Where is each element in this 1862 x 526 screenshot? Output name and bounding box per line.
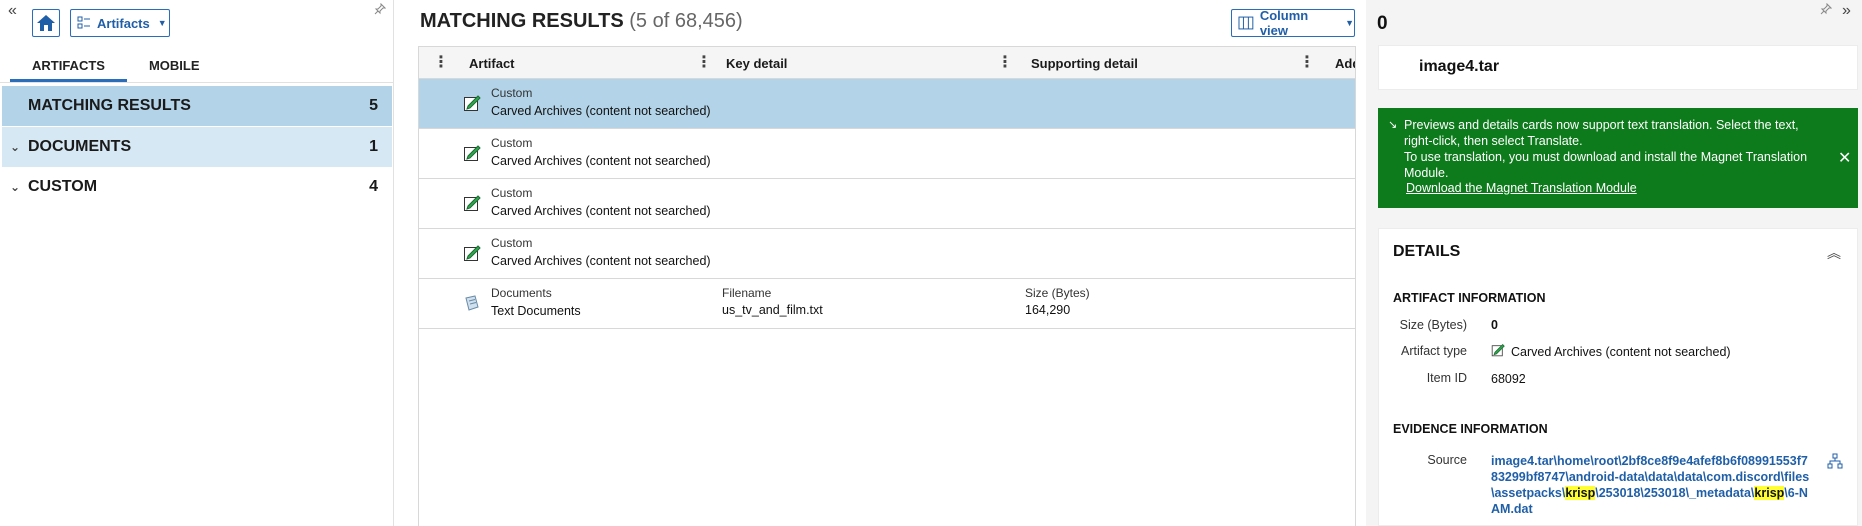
row-category: Custom xyxy=(491,236,533,250)
row-artifact-type: Carved Archives (content not searched) xyxy=(491,104,711,118)
nav-item-label: DOCUMENTS xyxy=(28,138,132,155)
size-value: 0 xyxy=(1491,318,1498,332)
carved-archive-icon xyxy=(1491,344,1505,357)
column-header-additional[interactable]: Add xyxy=(1335,47,1355,79)
chevron-down-icon[interactable]: ⌄ xyxy=(2,140,28,154)
collapse-left-panel-icon[interactable]: « xyxy=(8,2,17,20)
chevron-down-icon[interactable]: ⌄ xyxy=(2,180,28,194)
artifacts-button-label: Artifacts xyxy=(97,15,150,31)
carved-archive-icon xyxy=(464,195,481,211)
pin-icon[interactable] xyxy=(374,2,387,18)
source-path-link[interactable]: image4.tar\home\root\2bf8ce8f9e4afef8b6f… xyxy=(1491,453,1811,517)
column-view-label: Column view xyxy=(1259,8,1309,38)
text-document-icon xyxy=(465,295,479,311)
tab-artifacts[interactable]: ARTIFACTS xyxy=(10,50,127,82)
selected-count: 0 xyxy=(1377,13,1388,34)
item-id-label: Item ID xyxy=(1426,371,1467,385)
column-header-supporting-detail[interactable]: Supporting detail xyxy=(1031,47,1138,79)
results-title: MATCHING RESULTS xyxy=(420,10,624,32)
column-view-dropdown[interactable]: Column view ▼ xyxy=(1231,8,1355,38)
table-row[interactable]: Custom Carved Archives (content not sear… xyxy=(419,229,1355,279)
search-hit-highlight: krisp xyxy=(1754,486,1785,500)
key-detail-label: Filename xyxy=(722,286,772,300)
details-title: DETAILS xyxy=(1393,243,1461,260)
home-button[interactable] xyxy=(32,9,60,37)
results-panel: MATCHING RESULTS (5 of 68,456) Column vi… xyxy=(418,0,1356,526)
row-artifact-type: Carved Archives (content not searched) xyxy=(491,204,711,218)
chevron-down-icon: ▼ xyxy=(157,18,167,28)
evidence-information-heading: EVIDENCE INFORMATION xyxy=(1393,422,1548,436)
results-count: (5 of 68,456) xyxy=(629,10,743,32)
column-menu-icon[interactable]: ⋮ xyxy=(1299,55,1315,71)
chevron-double-up-icon[interactable]: ︽ xyxy=(1827,243,1841,263)
download-translation-link[interactable]: Download the Magnet Translation Module xyxy=(1406,181,1637,195)
hierarchy-icon[interactable] xyxy=(1827,453,1843,469)
item-title: image4.tar xyxy=(1419,58,1500,75)
divider xyxy=(0,82,394,83)
collapse-right-panel-icon[interactable]: » xyxy=(1842,2,1851,20)
pin-icon[interactable] xyxy=(1820,2,1833,18)
item-id-value: 68092 xyxy=(1491,372,1526,386)
translation-notice-banner: ↘ Previews and details cards now support… xyxy=(1378,108,1858,208)
list-view-icon xyxy=(77,16,90,29)
table-row[interactable]: Documents Text Documents Filename us_tv_… xyxy=(419,279,1355,329)
nav-item-label: CUSTOM xyxy=(28,178,98,195)
results-table: ⋮ Artifact ⋮ Key detail ⋮ Supporting det… xyxy=(418,46,1356,526)
banner-text: Previews and details cards now support t… xyxy=(1404,118,1799,148)
artifact-type-label: Artifact type xyxy=(1401,344,1467,358)
tab-mobile[interactable]: MOBILE xyxy=(127,50,222,82)
row-category: Custom xyxy=(491,86,533,100)
row-category: Documents xyxy=(491,286,552,300)
banner-text: To use translation, you must download an… xyxy=(1404,150,1808,180)
column-header-key-detail[interactable]: Key detail xyxy=(726,47,787,79)
artifact-type-value: Carved Archives (content not searched) xyxy=(1511,345,1731,359)
translate-icon: ↘ xyxy=(1388,119,1398,131)
details-card: DETAILS ︽ ARTIFACT INFORMATION Size (Byt… xyxy=(1378,228,1858,526)
source-label: Source xyxy=(1427,453,1467,467)
size-label: Size (Bytes) xyxy=(1399,318,1467,332)
column-menu-icon[interactable]: ⋮ xyxy=(696,55,712,71)
table-header: ⋮ Artifact ⋮ Key detail ⋮ Supporting det… xyxy=(419,47,1355,79)
row-artifact-type: Carved Archives (content not searched) xyxy=(491,254,711,268)
row-artifact-type: Carved Archives (content not searched) xyxy=(491,154,711,168)
close-icon[interactable]: ✕ xyxy=(1838,148,1851,168)
supporting-detail-value: 164,290 xyxy=(1025,303,1071,317)
artifacts-panel: « Artifacts ▼ ARTIFACTS MOBILE MATCHING … xyxy=(0,0,394,526)
supporting-detail-label: Size (Bytes) xyxy=(1025,286,1090,300)
page-title: MATCHING RESULTS (5 of 68,456) xyxy=(420,10,743,33)
left-tabs: ARTIFACTS MOBILE xyxy=(10,50,222,82)
carved-archive-icon xyxy=(464,245,481,261)
nav-item-custom[interactable]: ⌄ CUSTOM 4 xyxy=(2,167,392,207)
item-title-card: image4.tar xyxy=(1378,45,1858,90)
nav-item-matching-results[interactable]: MATCHING RESULTS 5 xyxy=(2,86,392,126)
table-row[interactable]: Custom Carved Archives (content not sear… xyxy=(419,129,1355,179)
home-icon xyxy=(37,15,55,31)
column-menu-icon[interactable]: ⋮ xyxy=(433,55,449,71)
carved-archive-icon xyxy=(464,145,481,161)
table-row[interactable]: Custom Carved Archives (content not sear… xyxy=(419,79,1355,129)
carved-archive-icon xyxy=(464,95,481,111)
row-artifact-type: Text Documents xyxy=(491,304,581,318)
nav-item-count: 5 xyxy=(369,97,378,114)
column-header-artifact[interactable]: Artifact xyxy=(469,47,515,79)
row-category: Custom xyxy=(491,186,533,200)
column-menu-icon[interactable]: ⋮ xyxy=(997,55,1013,71)
table-row[interactable]: Custom Carved Archives (content not sear… xyxy=(419,179,1355,229)
artifacts-view-dropdown[interactable]: Artifacts ▼ xyxy=(70,9,170,37)
row-category: Custom xyxy=(491,136,533,150)
artifact-information-heading: ARTIFACT INFORMATION xyxy=(1393,291,1546,305)
nav-item-count: 4 xyxy=(369,178,378,195)
nav-item-label: MATCHING RESULTS xyxy=(28,97,191,114)
columns-icon xyxy=(1238,16,1254,30)
search-hit-highlight: krisp xyxy=(1565,486,1596,500)
nav-item-count: 1 xyxy=(369,138,378,155)
nav-item-documents[interactable]: ⌄ DOCUMENTS 1 xyxy=(2,127,392,167)
chevron-down-icon: ▼ xyxy=(1345,18,1354,28)
details-panel: 0 » image4.tar ↘ Previews and details ca… xyxy=(1366,0,1862,526)
key-detail-value: us_tv_and_film.txt xyxy=(722,303,823,317)
